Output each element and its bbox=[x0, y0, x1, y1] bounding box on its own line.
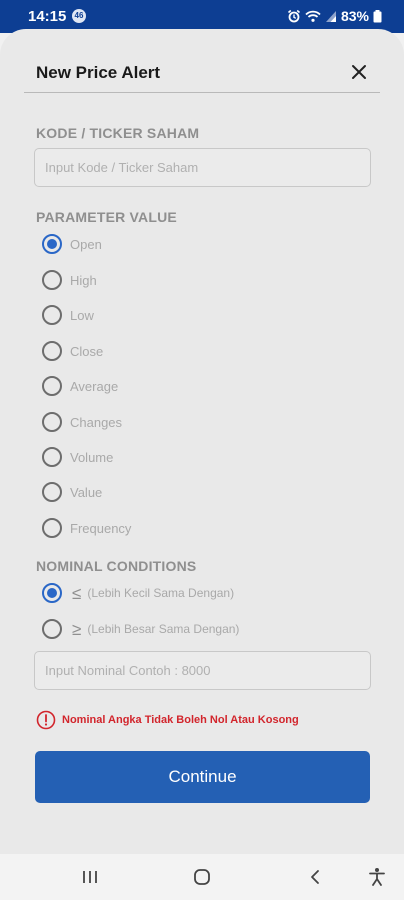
radio-button[interactable] bbox=[42, 376, 62, 396]
conditions-label: NOMINAL CONDITIONS bbox=[36, 558, 197, 574]
greater-equal-symbol: ≥ bbox=[72, 619, 82, 639]
status-time: 14:15 bbox=[28, 8, 67, 25]
radio-button[interactable] bbox=[42, 341, 62, 361]
condition-label: (Lebih Kecil Sama Dengan) bbox=[87, 586, 235, 600]
radio-condition-greater-equal[interactable]: ≥ (Lebih Besar Sama Dengan) bbox=[42, 619, 239, 639]
radio-button[interactable] bbox=[42, 270, 62, 290]
radio-label: Value bbox=[70, 484, 103, 500]
recent-apps-button[interactable] bbox=[75, 864, 105, 890]
radio-parameter-open[interactable]: Open bbox=[42, 234, 102, 254]
error-icon bbox=[36, 710, 56, 730]
radio-label: Open bbox=[70, 236, 102, 252]
radio-label: Volume bbox=[70, 449, 114, 465]
alarm-icon bbox=[287, 9, 301, 23]
less-equal-symbol: ≤ bbox=[72, 583, 82, 603]
navigation-bar bbox=[0, 854, 404, 900]
radio-button[interactable] bbox=[42, 583, 62, 603]
recent-apps-icon bbox=[83, 871, 97, 883]
accessibility-icon bbox=[369, 868, 385, 886]
parameter-label: PARAMETER VALUE bbox=[36, 209, 177, 225]
radio-label: Changes bbox=[70, 414, 123, 430]
radio-button[interactable] bbox=[42, 234, 62, 254]
radio-parameter-frequency[interactable]: Frequency bbox=[42, 518, 131, 538]
status-icons: 83% bbox=[287, 8, 382, 24]
radio-label: Average bbox=[70, 378, 119, 394]
radio-parameter-average[interactable]: Average bbox=[42, 376, 118, 396]
radio-button[interactable] bbox=[42, 619, 62, 639]
accessibility-button[interactable] bbox=[362, 864, 392, 890]
radio-label: Frequency bbox=[70, 520, 132, 536]
nominal-input[interactable] bbox=[34, 651, 371, 690]
radio-parameter-close[interactable]: Close bbox=[42, 341, 103, 361]
radio-button[interactable] bbox=[42, 482, 62, 502]
close-button[interactable] bbox=[346, 59, 372, 85]
home-button[interactable] bbox=[187, 864, 217, 890]
ticker-input[interactable] bbox=[34, 148, 371, 187]
radio-label: Close bbox=[70, 343, 104, 359]
radio-parameter-value[interactable]: Value bbox=[42, 482, 102, 502]
signal-icon bbox=[325, 9, 337, 23]
radio-button[interactable] bbox=[42, 518, 62, 538]
radio-parameter-volume[interactable]: Volume bbox=[42, 447, 113, 467]
back-button[interactable] bbox=[300, 864, 330, 890]
radio-parameter-low[interactable]: Low bbox=[42, 305, 94, 325]
radio-label: High bbox=[70, 272, 97, 288]
error-text: Nominal Angka Tidak Boleh Nol Atau Koson… bbox=[62, 714, 299, 726]
radio-button[interactable] bbox=[42, 305, 62, 325]
condition-label: (Lebih Besar Sama Dengan) bbox=[87, 622, 240, 636]
radio-parameter-changes[interactable]: Changes bbox=[42, 412, 122, 432]
radio-label: Low bbox=[70, 307, 94, 323]
radio-parameter-high[interactable]: High bbox=[42, 270, 97, 290]
price-alert-sheet: New Price Alert KODE / TICKER SAHAM PARA… bbox=[0, 29, 404, 854]
radio-condition-less-equal[interactable]: ≤ (Lebih Kecil Sama Dengan) bbox=[42, 583, 234, 603]
continue-button[interactable]: Continue bbox=[35, 751, 370, 803]
battery-percent: 83% bbox=[340, 8, 369, 24]
home-icon bbox=[194, 869, 210, 885]
notification-app-icon: 46 bbox=[72, 9, 86, 23]
error-message: Nominal Angka Tidak Boleh Nol Atau Koson… bbox=[36, 710, 299, 730]
wifi-icon bbox=[305, 9, 321, 23]
close-icon bbox=[352, 65, 366, 79]
radio-button[interactable] bbox=[42, 447, 62, 467]
radio-button[interactable] bbox=[42, 412, 62, 432]
header-divider bbox=[24, 92, 380, 93]
battery-icon bbox=[373, 9, 382, 23]
ticker-label: KODE / TICKER SAHAM bbox=[36, 125, 200, 141]
dialog-title: New Price Alert bbox=[36, 63, 161, 82]
back-icon bbox=[311, 870, 319, 884]
